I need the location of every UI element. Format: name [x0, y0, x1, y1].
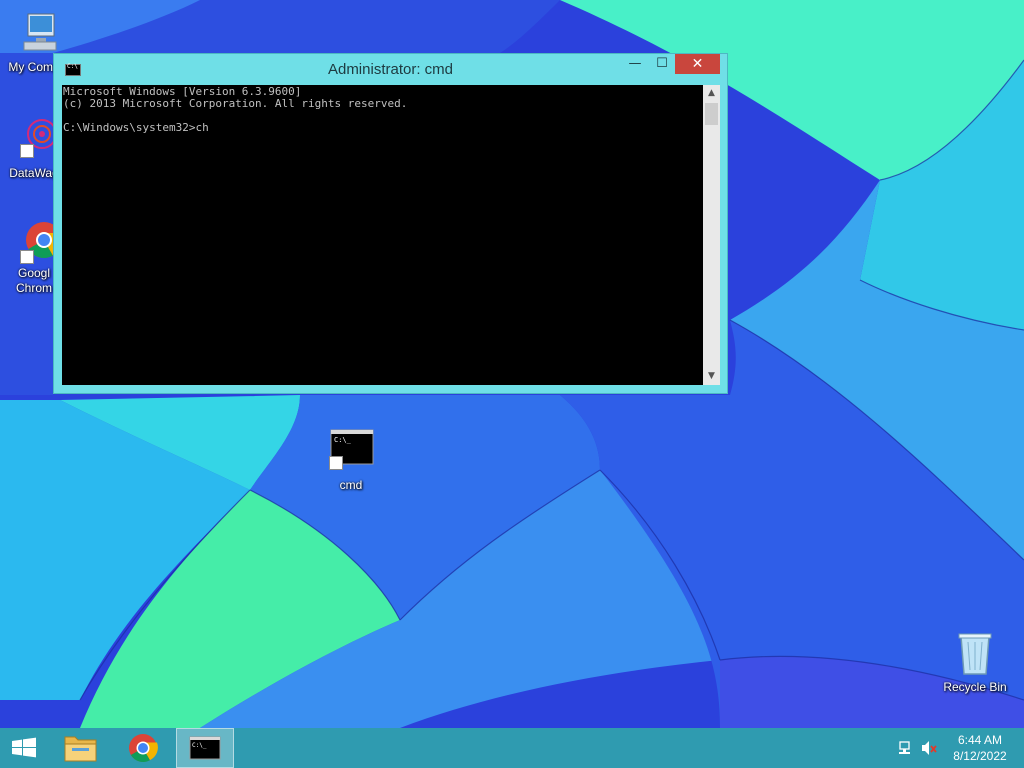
- svg-text:C:\_: C:\_: [192, 742, 207, 749]
- scroll-thumb[interactable]: [705, 103, 718, 125]
- vertical-scrollbar[interactable]: ▲ ▼: [703, 85, 720, 385]
- desktop-icon-label: cmd: [339, 478, 363, 492]
- console-text: Microsoft Windows [Version 6.3.9600] (c)…: [63, 85, 408, 134]
- windows-logo-icon: [12, 737, 36, 758]
- scroll-up-icon[interactable]: ▲: [703, 85, 720, 102]
- console-output[interactable]: Microsoft Windows [Version 6.3.9600] (c)…: [62, 85, 703, 385]
- cmd-icon: C:\_: [327, 428, 375, 476]
- shortcut-arrow-icon: [329, 456, 343, 470]
- clock-time: 6:44 AM: [957, 733, 1003, 747]
- minimize-button[interactable]: —: [626, 54, 644, 74]
- shortcut-arrow-icon: [20, 144, 34, 158]
- recycle-bin-icon: [951, 630, 999, 678]
- taskbar: C:\_ 6:44 AM 8/12/2022: [0, 728, 1024, 768]
- desktop-icon-cmd[interactable]: C:\_ cmd: [313, 428, 389, 493]
- computer-icon: [10, 10, 58, 58]
- shortcut-arrow-icon: [20, 250, 34, 264]
- system-clock[interactable]: 6:44 AM 8/12/2022: [944, 732, 1016, 764]
- cmd-window[interactable]: Administrator: cmd — ☐ ✕ Microsoft Windo…: [53, 53, 728, 394]
- desktop-icon-recycle-bin[interactable]: Recycle Bin: [937, 630, 1013, 695]
- chrome-icon: [129, 734, 158, 762]
- taskbar-chrome[interactable]: [120, 728, 166, 768]
- close-button[interactable]: ✕: [675, 54, 720, 74]
- network-icon[interactable]: [897, 728, 915, 768]
- folder-icon: [64, 736, 97, 762]
- desktop-icon-label: Recycle Bin: [943, 680, 1007, 694]
- cmd-icon: C:\_: [189, 736, 221, 760]
- taskbar-cmd[interactable]: C:\_: [176, 728, 234, 768]
- svg-text:C:\_: C:\_: [334, 436, 352, 444]
- volume-muted-icon[interactable]: [920, 728, 938, 768]
- clock-date: 8/12/2022: [953, 749, 1007, 763]
- maximize-button[interactable]: ☐: [652, 54, 672, 74]
- taskbar-file-explorer[interactable]: [58, 728, 104, 768]
- window-titlebar[interactable]: Administrator: cmd — ☐ ✕: [54, 54, 727, 85]
- scroll-down-icon[interactable]: ▼: [703, 368, 720, 385]
- chrome-icon: [10, 216, 62, 264]
- desktop: My Comp DataWag Googl Chrom C:\_ cmd Rec…: [0, 0, 1024, 768]
- datawag-icon: [10, 116, 58, 164]
- start-button[interactable]: [0, 728, 48, 768]
